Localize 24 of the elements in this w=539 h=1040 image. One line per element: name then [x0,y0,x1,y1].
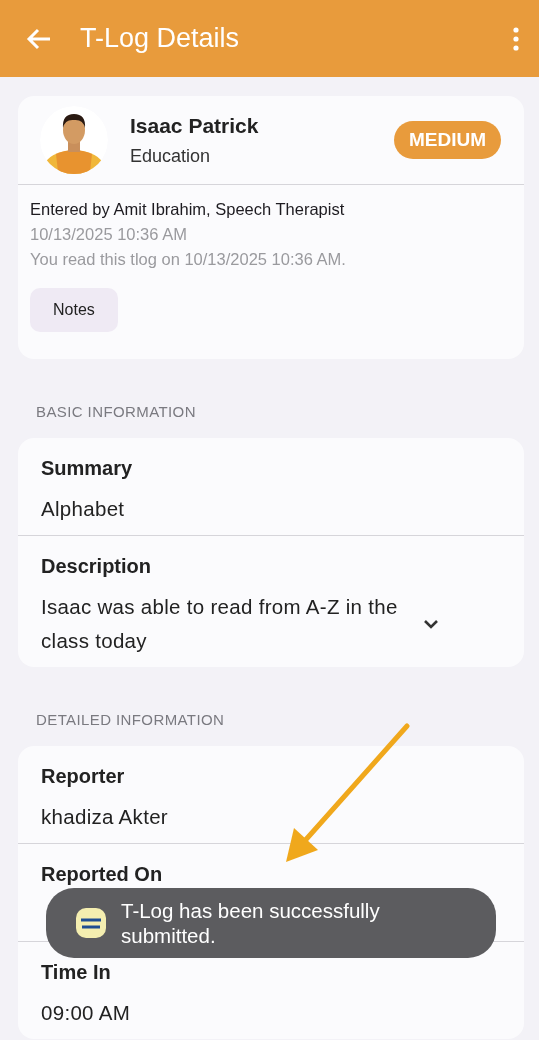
notes-button[interactable]: Notes [30,288,118,332]
field-label: Reported On [41,862,164,886]
field-value: khadiza Akter [41,804,169,830]
field-value: 09:00 AM [41,1000,131,1026]
client-name: Isaac Patrick [130,113,260,138]
screen-title: T-Log Details [80,23,241,54]
toast-message: T-Log has been successfully submitted. [121,898,381,948]
entry-timestamp: 10/13/2025 10:36 AM [30,225,188,244]
field-label: Summary [41,456,134,480]
field-value: Alphabet [41,496,126,522]
entered-by-text: Entered by Amit Ibrahim, Speech Therapist [30,200,346,219]
read-receipt-text: You read this tlog on 10/13/2025 10:36 AM. [30,250,347,269]
field-label: Time In [41,960,112,984]
back-icon[interactable] [26,27,52,50]
program-name: Education [130,145,212,167]
more-options-icon[interactable] [513,26,519,51]
chevron-down-icon[interactable] [423,619,439,629]
field-label: Description [41,554,153,578]
field-value: Isaac was able to read from A-Z in the class today [41,594,399,654]
app-logo-icon [75,907,107,939]
priority-badge: MEDIUM [393,121,501,159]
field-label: Reporter [41,764,126,788]
section-header: DETAILED INFORMATION [35,710,226,730]
section-header: BASIC INFORMATION [35,402,197,422]
